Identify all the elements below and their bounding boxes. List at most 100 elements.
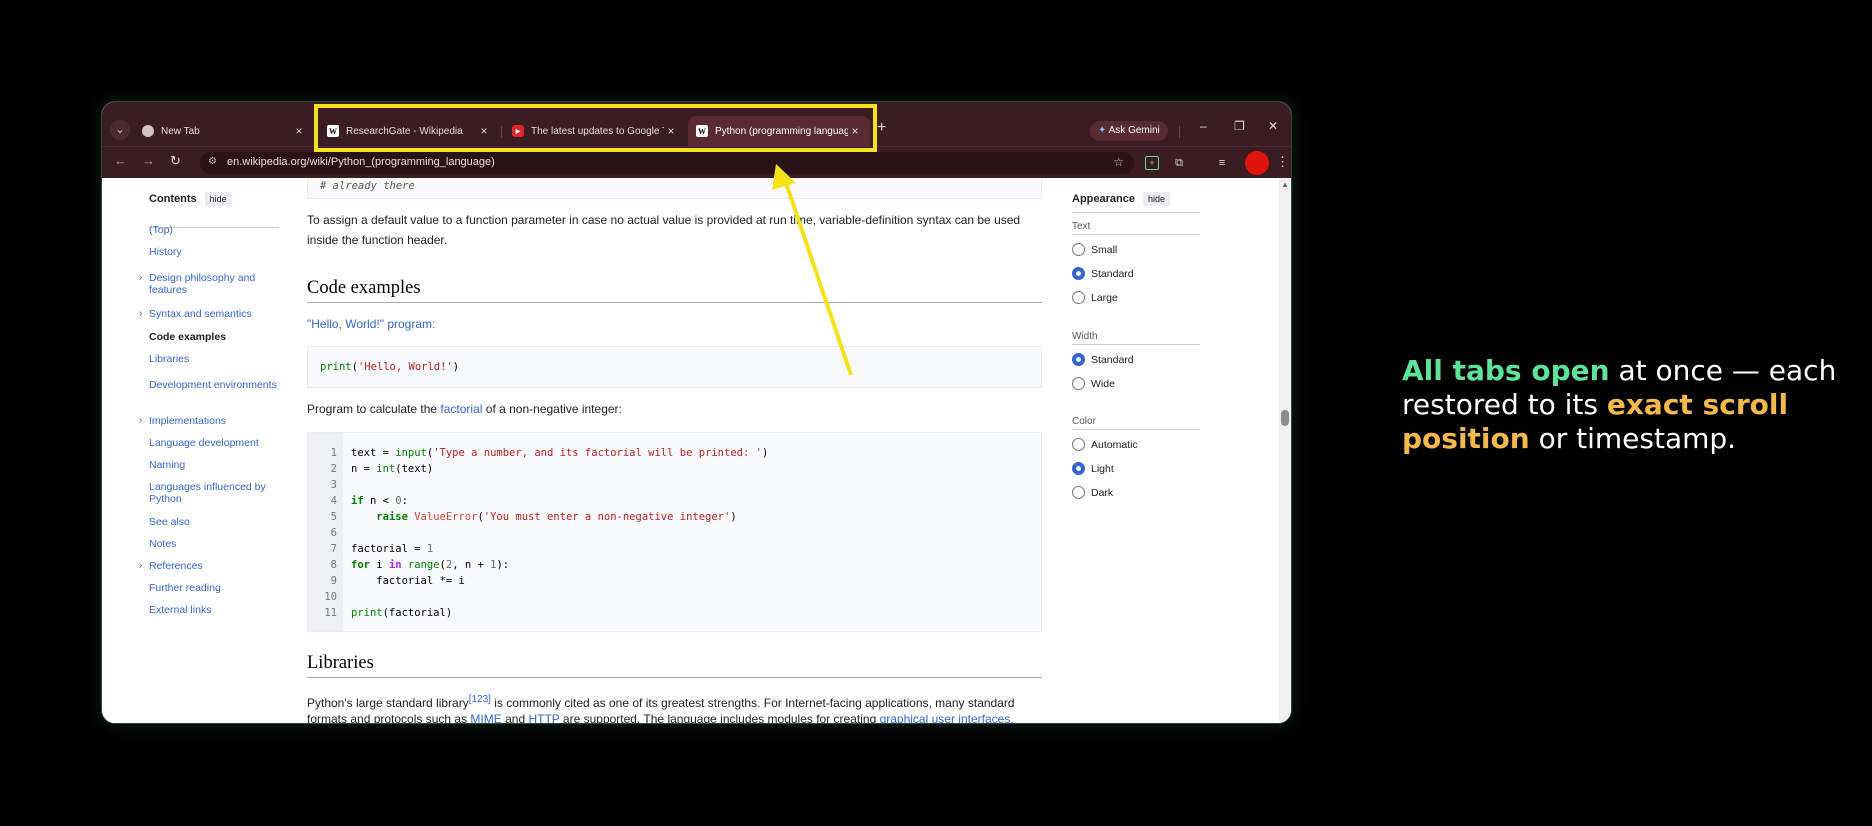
radio-label: Dark [1091, 486, 1114, 499]
extensions-puzzle-icon[interactable]: ⧉ [1172, 156, 1186, 170]
radio-option[interactable]: Light [1072, 462, 1114, 475]
toc-item[interactable]: Notes [149, 538, 279, 550]
tab-search-button[interactable]: ⌄ [110, 120, 130, 140]
toc-item[interactable]: › Syntax and semantics [139, 308, 279, 320]
code-line: n = int(text) [351, 463, 434, 475]
toc-item-label: Notes [149, 538, 177, 550]
toc-hide-button[interactable]: hide [204, 192, 232, 206]
appearance-panel: Appearance hide Text Small Standard Large … [1072, 192, 1200, 499]
chevron-right-icon[interactable]: › [139, 560, 142, 572]
factorial-text-pre: Program to calculate the [307, 402, 441, 416]
toc-item-label: (Top) [149, 224, 173, 236]
toc-item[interactable]: History [149, 246, 279, 258]
bookmark-star-icon[interactable]: ☆ [1113, 155, 1124, 169]
radio-option[interactable]: Standard [1072, 353, 1134, 366]
profile-avatar[interactable] [1245, 151, 1269, 175]
ask-gemini-label: Ask Gemini [1108, 125, 1160, 136]
appearance-divider [1072, 234, 1200, 235]
toc-item-label: Implementations [149, 415, 227, 427]
radio-button[interactable] [1072, 377, 1085, 390]
toc-item[interactable]: Development environments [149, 379, 279, 391]
browser-menu-icon[interactable]: ⋮ [1276, 154, 1289, 170]
radio-label: Light [1091, 462, 1114, 475]
page-content: Contents hide (Top) History › Design philos… [102, 178, 1291, 724]
toc-item-label: Syntax and semantics [149, 308, 252, 320]
toc-item[interactable]: Libraries [149, 353, 279, 365]
page-scrollbar[interactable]: ▲ [1279, 178, 1291, 723]
hello-world-link[interactable]: "Hello, World!" program: [307, 314, 1042, 334]
toc-header: Contents hide [149, 192, 279, 206]
toc-item[interactable]: › Implementations [139, 415, 279, 427]
minimize-button[interactable]: – [1200, 119, 1207, 133]
appearance-hide-button[interactable]: hide [1142, 192, 1170, 206]
tabs-highlight-box [314, 104, 877, 152]
toc-item-label: Development environments [149, 379, 277, 391]
radio-option[interactable]: Standard [1072, 267, 1134, 280]
radio-button[interactable] [1072, 486, 1085, 499]
http-link[interactable]: HTTP [528, 712, 559, 723]
radio-label: Large [1091, 291, 1118, 304]
line-number: 4 [330, 495, 337, 507]
toc-item[interactable]: › Design philosophy and features [139, 272, 279, 296]
toc-item[interactable]: › References [139, 560, 279, 572]
toc-item[interactable]: Naming [149, 459, 279, 471]
chevron-right-icon[interactable]: › [139, 415, 142, 427]
reload-icon[interactable]: ↻ [170, 153, 181, 169]
toc-item[interactable]: Language development [149, 437, 279, 449]
code-line: factorial *= i [351, 575, 465, 587]
chevron-right-icon[interactable]: › [139, 272, 142, 284]
toc-item[interactable]: External links [149, 604, 279, 616]
factorial-text-post: of a non-negative integer: [482, 402, 622, 416]
radio-button[interactable] [1072, 291, 1085, 304]
new-tab-button[interactable]: + [877, 119, 886, 137]
close-tab-icon[interactable]: × [292, 124, 306, 138]
gemini-icon: ✦ [1098, 125, 1107, 136]
radio-option[interactable]: Wide [1072, 377, 1115, 390]
appearance-header: Appearance hide [1072, 192, 1200, 206]
radio-option[interactable]: Small [1072, 243, 1117, 256]
toc-item[interactable]: Further reading [149, 582, 279, 594]
toc-item[interactable]: Code examples [149, 331, 279, 343]
radio-label: Standard [1091, 353, 1134, 366]
radio-button[interactable] [1072, 438, 1085, 451]
site-info-icon[interactable]: ⚙ [208, 156, 217, 167]
radio-label: Wide [1091, 377, 1115, 390]
lib-text: formats and protocols such as [307, 712, 471, 724]
toc-title: Contents [149, 193, 197, 205]
line-number: 1 [330, 447, 337, 459]
radio-option[interactable]: Dark [1072, 486, 1113, 499]
reference-link[interactable]: [123] [469, 694, 491, 705]
browser-window: ⌄ New Tab × W ResearchGate - Wikipedia ×… [101, 101, 1292, 724]
radio-button[interactable] [1072, 462, 1085, 475]
appearance-title: Appearance [1072, 193, 1135, 205]
lib-text: Python's large standard library [307, 696, 469, 710]
line-number: 3 [330, 479, 337, 491]
mime-link[interactable]: MIME [470, 712, 501, 723]
forward-icon[interactable]: → [142, 153, 155, 168]
gui-link[interactable]: graphical user interfaces, [880, 712, 1014, 723]
radio-button[interactable] [1072, 353, 1085, 366]
address-bar[interactable]: ⚙ en.wikipedia.org/wiki/Python_(programm… [200, 152, 1134, 174]
reading-list-icon[interactable]: ≡ [1215, 156, 1229, 170]
promo-caption: All tabs open at once — each restored to… [1402, 354, 1842, 456]
ask-gemini-button[interactable]: ✦ Ask Gemini [1090, 121, 1168, 141]
restore-button[interactable]: ❐ [1234, 119, 1245, 133]
code-line: print('Hello, World!') [320, 361, 460, 373]
radio-button[interactable] [1072, 243, 1085, 256]
radio-button[interactable] [1072, 267, 1085, 280]
appearance-divider [1072, 344, 1200, 345]
toc-item[interactable]: Languages influenced by Python [149, 481, 279, 505]
radio-option[interactable]: Large [1072, 291, 1118, 304]
table-of-contents: Contents hide [149, 192, 279, 228]
scroll-thumb[interactable] [1281, 410, 1289, 426]
toc-item[interactable]: (Top) [149, 224, 279, 236]
close-window-button[interactable]: ✕ [1268, 119, 1278, 133]
scroll-up-icon[interactable]: ▲ [1281, 180, 1289, 189]
chevron-right-icon[interactable]: › [139, 308, 142, 320]
factorial-link[interactable]: factorial [440, 402, 482, 416]
tab-new-tab[interactable]: New Tab × [134, 116, 314, 146]
toc-item[interactable]: See also [149, 516, 279, 528]
radio-option[interactable]: Automatic [1072, 438, 1138, 451]
extension-icon[interactable]: + [1145, 156, 1159, 170]
back-icon[interactable]: ← [114, 153, 127, 168]
